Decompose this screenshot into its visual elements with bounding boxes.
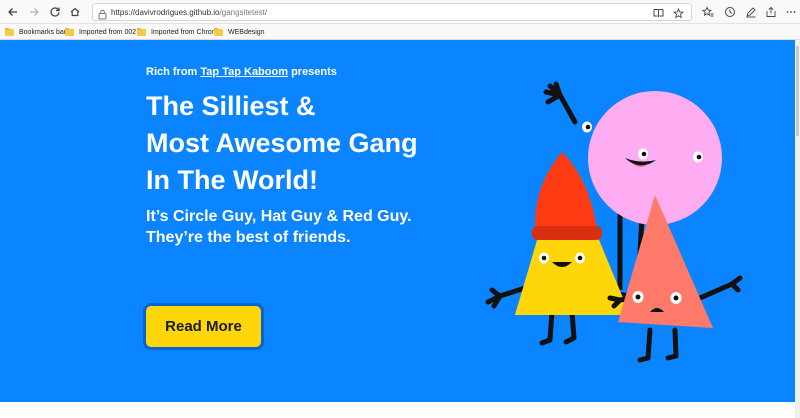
- refresh-icon[interactable]: [46, 3, 64, 21]
- hero-section: Rich from Tap Tap Kaboom presents The Si…: [0, 40, 795, 402]
- page-content-below: [0, 402, 795, 418]
- bookmark-label: Imported from 002: [79, 28, 137, 36]
- bookmark-label: WEBdesign: [228, 28, 265, 36]
- presents-suffix: presents: [291, 66, 337, 78]
- gang-illustration: [485, 81, 743, 363]
- scrollbar[interactable]: [795, 40, 800, 418]
- favorites-icon[interactable]: [699, 3, 717, 21]
- address-bar[interactable]: https://davivrodrigues.github.io/gangsit…: [92, 3, 692, 21]
- back-icon[interactable]: [4, 3, 22, 21]
- scrollbar-thumb[interactable]: [796, 46, 799, 136]
- bookmark-item[interactable]: Imported from 002: [65, 26, 136, 38]
- headline-line: In The World!: [146, 165, 318, 195]
- folder-icon: [65, 27, 74, 36]
- folder-icon: [137, 27, 146, 36]
- forward-icon[interactable]: [25, 3, 43, 21]
- tap-tap-kaboom-link[interactable]: Tap Tap Kaboom: [200, 66, 288, 78]
- url-host: https://davivrodrigues.github.io: [111, 7, 220, 17]
- folder-icon: [5, 27, 14, 36]
- bookmarks-bar: Bookmarks bar Imported from 002 Imported…: [0, 24, 800, 40]
- home-icon[interactable]: [66, 3, 84, 21]
- lock-icon: [98, 7, 107, 25]
- subheading: It’s Circle Guy, Hat Guy & Red Guy. They…: [146, 206, 412, 248]
- url-path: /gangsitetest/: [219, 7, 268, 17]
- presents-prefix: Rich from: [146, 66, 198, 78]
- read-more-button[interactable]: Read More: [146, 306, 261, 347]
- notes-icon[interactable]: [742, 3, 760, 21]
- bookmark-item[interactable]: Bookmarks bar: [5, 26, 66, 38]
- headline-line: The Silliest &: [146, 91, 316, 121]
- bookmark-label: Bookmarks bar: [19, 28, 67, 36]
- bookmark-item[interactable]: Imported from Chron: [137, 26, 216, 38]
- page-title: The Silliest & Most Awesome Gang In The …: [146, 88, 418, 199]
- circle-guy: [582, 91, 722, 225]
- browser-toolbar: https://davivrodrigues.github.io/gangsit…: [0, 0, 800, 24]
- bookmark-item[interactable]: WEBdesign: [214, 26, 265, 38]
- folder-icon: [214, 27, 223, 36]
- url-text: https://davivrodrigues.github.io/gangsit…: [111, 8, 267, 17]
- favorite-star-icon[interactable]: [671, 6, 685, 20]
- headline-line: Most Awesome Gang: [146, 128, 418, 158]
- share-icon[interactable]: [762, 3, 780, 21]
- more-icon[interactable]: [782, 3, 800, 21]
- presents-line: Rich from Tap Tap Kaboom presents: [146, 66, 337, 78]
- subhead-line: They’re the best of friends.: [146, 229, 351, 246]
- reading-view-icon[interactable]: [651, 6, 665, 20]
- history-icon[interactable]: [721, 3, 739, 21]
- bookmark-label: Imported from Chron: [151, 28, 216, 36]
- subhead-line: It’s Circle Guy, Hat Guy & Red Guy.: [146, 208, 412, 225]
